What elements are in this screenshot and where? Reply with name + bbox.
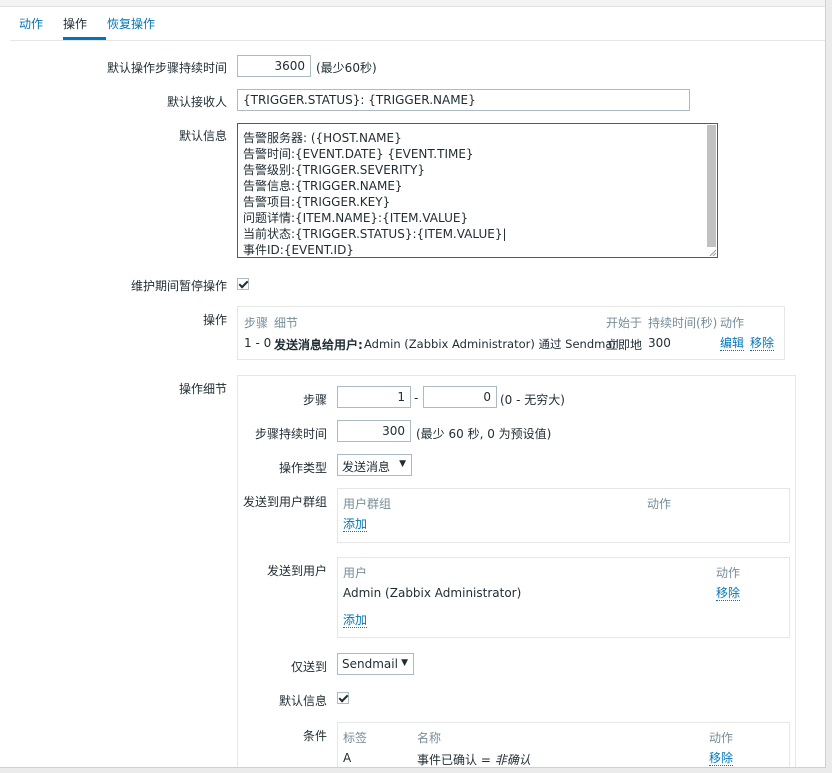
tab-action[interactable]: 动作 [19, 15, 43, 32]
default-step-duration-hint: (最少60秒) [316, 61, 377, 75]
add-user-link[interactable]: 添加 [343, 613, 368, 628]
step-duration-input[interactable]: 300 [337, 420, 411, 442]
condition-name-prefix: 事件已确认 = [417, 753, 495, 767]
chevron-down-icon: ▼ [401, 658, 408, 668]
header-details: 细节 [274, 316, 299, 330]
row-start-in: 立即地 [606, 338, 643, 352]
message-line: 事件ID:{EVENT.ID} [243, 243, 354, 257]
tab-recovery-operations[interactable]: 恢复操作 [107, 15, 155, 32]
default-step-duration-input[interactable]: 3600 [237, 55, 311, 77]
condition-label: A [343, 751, 352, 765]
condition-name: 事件已确认 = 非确认 [417, 751, 531, 767]
step-duration-hint: (最少 60 秒, 0 为预设值) [416, 427, 552, 441]
header-steps: 步骤 [244, 316, 269, 330]
add-user-group-link[interactable]: 添加 [343, 517, 368, 532]
default-subject-input[interactable]: {TRIGGER.STATUS}: {TRIGGER.NAME} [237, 89, 690, 111]
send-only-to-label: 仅送到 [290, 660, 327, 674]
conditions-label: 条件 [302, 729, 327, 743]
row-details-bold: 发送消息给用户: [274, 338, 363, 352]
users-header-user: 用户 [343, 566, 368, 580]
remove-condition-link[interactable]: 移除 [709, 751, 734, 766]
pause-maintenance-label: 维护期间暂停操作 [130, 279, 227, 293]
conditions-table: 标签 名称 动作 A 事件已确认 = 非确认 移除 [337, 722, 790, 767]
message-line: 问题详情:{ITEM.NAME}:{ITEM.VALUE} [243, 211, 469, 225]
conditions-header-name: 名称 [417, 731, 442, 745]
remove-operation-link[interactable]: 移除 [750, 336, 775, 351]
conditions-header-label: 标签 [343, 731, 368, 745]
default-subject-label: 默认接收人 [166, 95, 227, 109]
page: 动作 操作 恢复操作 默认操作步骤持续时间 3600 (最少60秒) 默认接收人… [0, 0, 826, 768]
send-only-to-select[interactable]: Sendmail ▼ [337, 653, 414, 675]
chevron-down-icon: ▼ [399, 459, 406, 469]
tab-bar: 动作 操作 恢复操作 [10, 6, 825, 41]
active-tab-indicator [63, 37, 106, 40]
operation-type-value: 发送消息 [342, 460, 391, 474]
remove-user-link[interactable]: 移除 [716, 586, 741, 601]
row-duration: 300 [648, 336, 671, 350]
message-line: 告警信息:{TRIGGER.NAME} [243, 179, 403, 193]
steps-hint: (0 - 无穷大) [500, 393, 565, 407]
steps-label: 步骤 [302, 393, 327, 407]
message-line: 当前状态:{TRIGGER.STATUS}:{ITEM.VALUE}| [243, 227, 507, 241]
edit-operation-link[interactable]: 编辑 [720, 336, 745, 351]
detail-default-message-label: 默认信息 [278, 694, 327, 708]
send-to-groups-label: 发送到用户群组 [242, 495, 327, 509]
message-line: 告警级别:{TRIGGER.SEVERITY} [243, 163, 425, 177]
users-header-action: 动作 [716, 566, 741, 580]
operations-table: 步骤 细节 开始于 持续时间(秒) 动作 1 - 0 发送消息给用户: Admi… [237, 306, 785, 360]
default-message-checkbox[interactable] [337, 692, 349, 704]
default-step-duration-label: 默认操作步骤持续时间 [106, 61, 227, 75]
message-line: 告警项目:{TRIGGER.KEY} [243, 195, 391, 209]
users-table: 用户 动作 Admin (Zabbix Administrator) 移除 添加 [337, 557, 790, 638]
tab-operations[interactable]: 操作 [63, 15, 87, 32]
operation-type-label: 操作类型 [278, 461, 327, 475]
header-duration: 持续时间(秒) [648, 316, 718, 330]
condition-name-value: 非确认 [494, 753, 531, 767]
textarea-scrollbar[interactable] [707, 125, 716, 247]
step-duration-label: 步骤持续时间 [254, 427, 327, 441]
step-dash: - [414, 391, 419, 405]
default-message-textarea[interactable]: 告警服务器: ({HOST.NAME} 告警时间:{EVENT.DATE} {E… [237, 123, 718, 258]
conditions-header-action: 动作 [709, 731, 734, 745]
user-name: Admin (Zabbix Administrator) [343, 586, 522, 600]
send-only-to-value: Sendmail [342, 657, 398, 671]
row-details: Admin (Zabbix Administrator) 通过 Sendmail [364, 337, 619, 351]
pause-maintenance-checkbox[interactable] [237, 278, 249, 290]
default-message-label: 默认信息 [178, 129, 227, 143]
header-start-in: 开始于 [606, 316, 643, 330]
groups-header-group: 用户群组 [343, 497, 392, 511]
operation-details-label: 操作细节 [178, 382, 227, 396]
step-from-input[interactable]: 1 [337, 386, 411, 408]
step-to-input[interactable]: 0 [423, 386, 497, 408]
operation-type-select[interactable]: 发送消息 ▼ [337, 454, 412, 476]
send-to-users-label: 发送到用户 [266, 564, 327, 578]
row-steps: 1 - 0 [244, 336, 272, 350]
message-line: 告警时间:{EVENT.DATE} {EVENT.TIME} [243, 147, 474, 161]
operations-label: 操作 [202, 313, 227, 327]
message-line: 告警服务器: ({HOST.NAME} [243, 131, 402, 145]
resize-handle-icon[interactable] [708, 248, 716, 256]
header-action: 动作 [720, 316, 745, 330]
groups-header-action: 动作 [647, 497, 672, 511]
user-groups-table: 用户群组 动作 添加 [337, 488, 790, 543]
